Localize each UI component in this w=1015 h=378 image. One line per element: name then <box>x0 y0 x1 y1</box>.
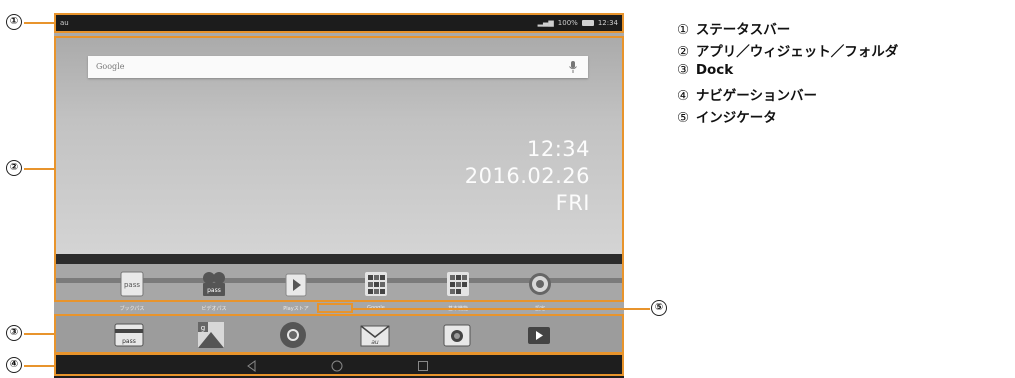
au-mail-icon[interactable]: au <box>358 320 392 350</box>
callout-badge-1: ① <box>6 14 22 30</box>
microphone-icon[interactable] <box>568 61 578 73</box>
legend-text: ナビゲーションバー <box>695 88 818 104</box>
legend-text: Dock <box>695 62 734 78</box>
battery-icon <box>581 20 594 26</box>
callout-line-4 <box>24 365 54 367</box>
recent-apps-icon[interactable] <box>416 359 430 373</box>
callout-badge-3: ③ <box>6 325 22 341</box>
clock-time: 12:34 <box>526 137 590 161</box>
carrier-label: au <box>60 19 69 27</box>
app-label: ブックパス <box>119 306 145 312</box>
camera-icon[interactable] <box>440 320 474 350</box>
dock: pass g au <box>54 314 624 354</box>
settings-icon <box>529 273 551 295</box>
legend-item: ③ Dock <box>677 62 898 84</box>
svg-text:au: au <box>371 339 379 346</box>
callout-line-1 <box>24 22 54 24</box>
status-icons: ▂▄▆ 100% 12:34 <box>538 14 618 32</box>
tablet-screen: au ▂▄▆ 100% 12:34 Google 12:34 2016.02.2… <box>54 14 624 378</box>
legend-number: ② <box>677 44 690 60</box>
app-videopass[interactable]: pass ビデオパス <box>184 271 244 312</box>
legend: ① ステータスバー ② アプリ／ウィジェット／フォルダ ③ Dock ④ ナビゲ… <box>677 18 898 128</box>
video-play-icon[interactable] <box>522 320 556 350</box>
callout-badge-5: ⑤ <box>651 300 667 316</box>
app-settings[interactable]: 設定 <box>510 271 570 312</box>
home-icon[interactable] <box>330 359 344 373</box>
chrome-icon[interactable] <box>276 320 310 350</box>
app-label: Playストア <box>283 306 309 312</box>
legend-item: ① ステータスバー <box>677 18 898 40</box>
google-search-bar[interactable]: Google <box>88 56 588 78</box>
callout-line-5 <box>353 308 650 310</box>
legend-text: インジケータ <box>695 110 777 126</box>
legend-number: ③ <box>677 62 690 78</box>
status-time: 12:34 <box>597 19 618 27</box>
legend-item: ⑤ インジケータ <box>677 106 898 128</box>
svg-text:pass: pass <box>124 281 140 289</box>
callout-badge-4: ④ <box>6 357 22 373</box>
svg-text:g: g <box>201 324 205 332</box>
clock-widget[interactable]: 12:34 2016.02.26 FRI <box>465 136 590 217</box>
legend-number: ① <box>677 22 690 38</box>
callout-line-2 <box>24 168 54 170</box>
app-folder-basic[interactable]: 基本機能 <box>428 271 488 312</box>
pass-wallet-icon[interactable]: pass <box>112 320 146 350</box>
app-playstore[interactable]: Playストア <box>266 271 326 312</box>
basic-functions-folder-icon <box>447 272 469 296</box>
battery-percent: 100% <box>557 19 578 27</box>
clock-date: 2016.02.26 <box>464 164 590 188</box>
back-icon[interactable] <box>245 359 259 373</box>
clock-day: FRI <box>555 191 590 215</box>
callout-line-3 <box>24 333 54 335</box>
google-logo: Google <box>96 62 125 71</box>
legend-number: ⑤ <box>677 110 690 126</box>
videopass-icon: pass <box>203 272 225 296</box>
callout-badge-2: ② <box>6 160 22 176</box>
app-bookpass[interactable]: pass ブックパス <box>102 271 162 312</box>
legend-item: ④ ナビゲーションバー <box>677 84 898 106</box>
navigation-bar <box>54 353 624 378</box>
legend-text: アプリ／ウィジェット／フォルダ <box>695 44 899 60</box>
legend-text: ステータスバー <box>695 22 791 38</box>
legend-number: ④ <box>677 88 690 104</box>
divider-band <box>54 254 624 264</box>
legend-item: ② アプリ／ウィジェット／フォルダ <box>677 40 898 62</box>
status-bar[interactable]: au ▂▄▆ 100% 12:34 <box>54 14 624 32</box>
svg-text:pass: pass <box>207 287 221 294</box>
signal-icon: ▂▄▆ <box>537 19 554 27</box>
home-screen: Google 12:34 2016.02.26 FRI <box>54 32 624 254</box>
svg-text:pass: pass <box>122 338 136 345</box>
app-folder-google[interactable]: Google <box>346 271 406 311</box>
google-folder-icon <box>365 272 387 296</box>
bookpass-icon: pass <box>120 271 144 297</box>
app-label: ビデオパス <box>201 306 227 312</box>
maps-icon[interactable]: g <box>194 320 228 350</box>
playstore-icon <box>285 273 307 297</box>
